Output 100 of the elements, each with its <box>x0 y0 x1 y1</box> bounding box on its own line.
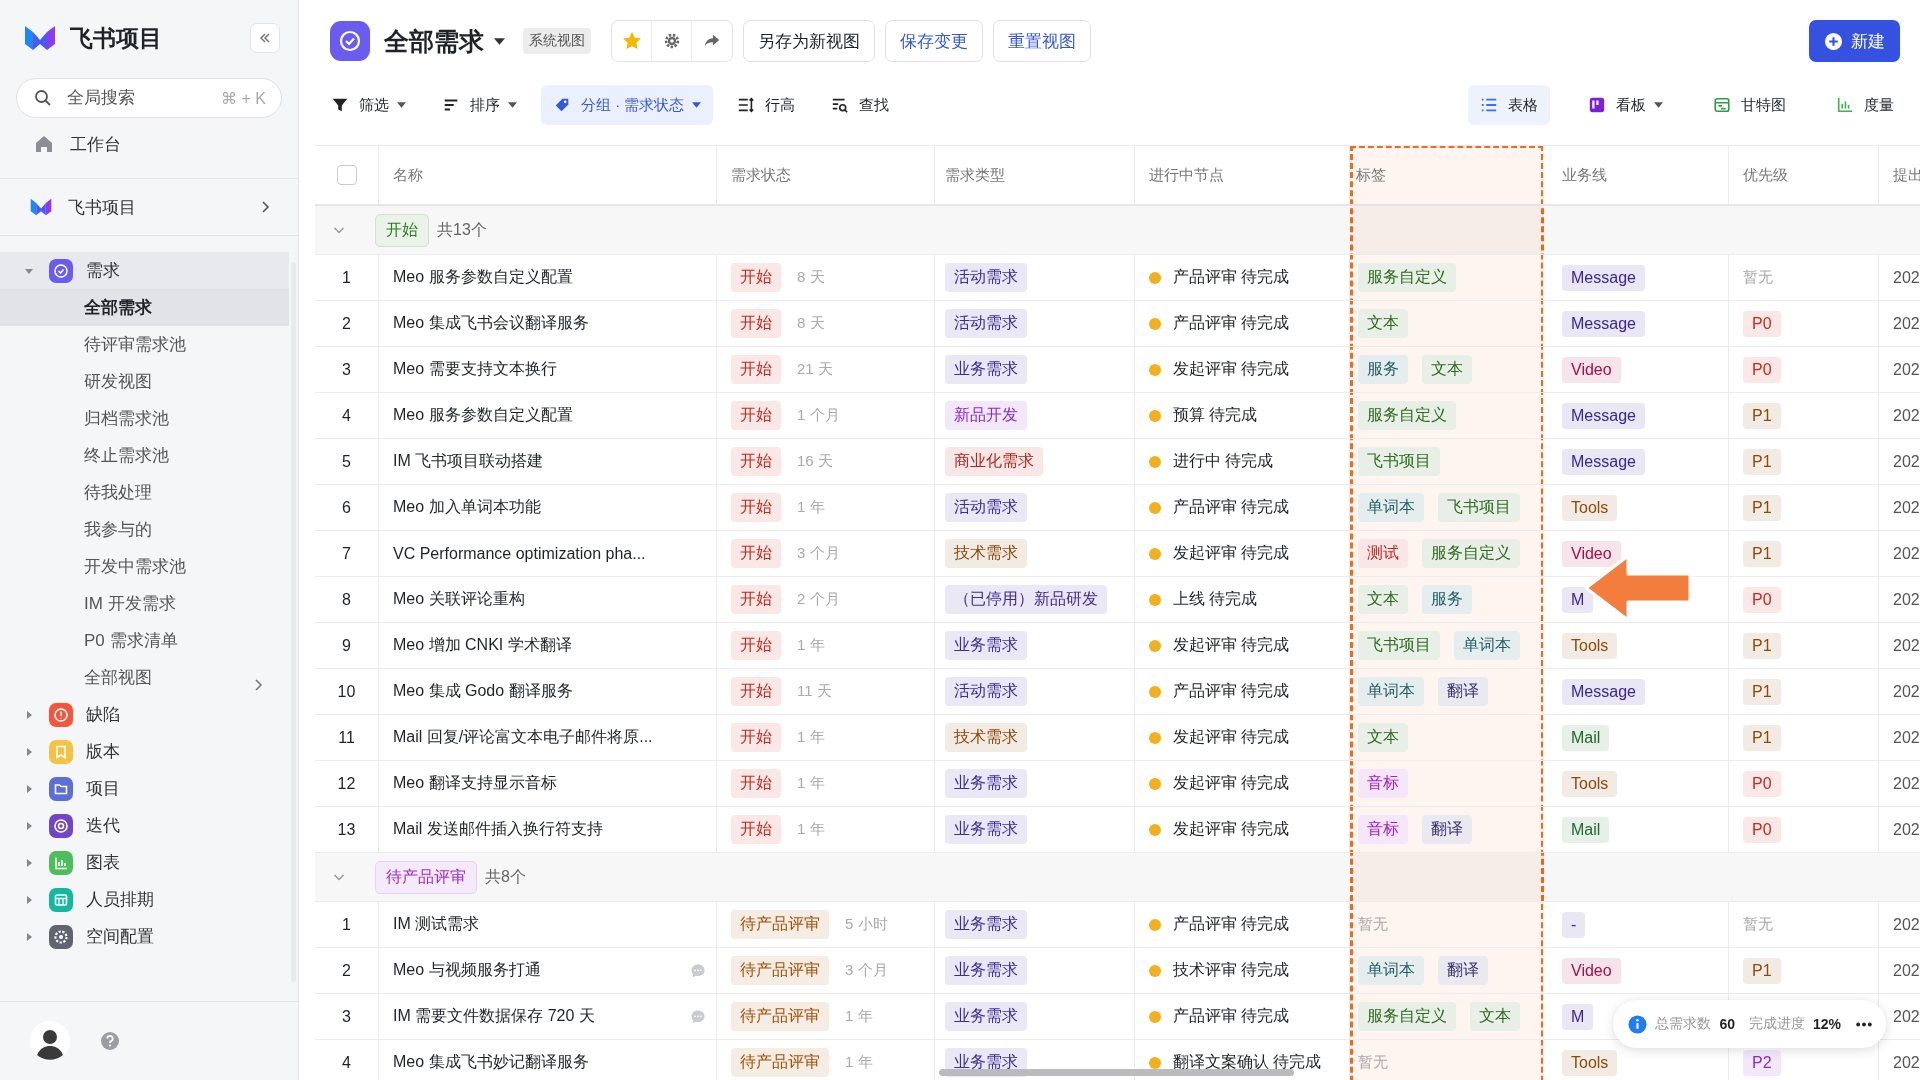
view-title[interactable]: 全部需求 <box>384 24 484 58</box>
comment-icon[interactable] <box>690 1008 706 1025</box>
date-text: 202 <box>1893 682 1920 701</box>
requirement-name[interactable]: Meo 与视频服务打通 <box>393 960 674 981</box>
nav-item[interactable]: 缺陷 <box>0 696 289 733</box>
requirement-name[interactable]: IM 飞书项目联动搭建 <box>393 451 706 472</box>
toolbar-button[interactable]: 排序 <box>430 85 529 125</box>
column-header[interactable]: 进行中节点 <box>1149 165 1224 185</box>
requirement-name[interactable]: Meo 集成飞书妙记翻译服务 <box>393 1052 706 1073</box>
column-header[interactable]: 需求类型 <box>945 165 1005 185</box>
more-icon[interactable] <box>1855 1021 1873 1027</box>
requirement-name[interactable]: Mail 回复/评论富文本电子邮件将原... <box>393 727 706 748</box>
group-count: 共13个 <box>437 219 487 240</box>
status-tag: 待产品评审 <box>731 956 829 985</box>
status-age: 21 天 <box>797 360 833 379</box>
comment-icon[interactable] <box>690 962 706 979</box>
find-icon <box>831 96 850 114</box>
label-tag: 服务自定义 <box>1358 263 1456 292</box>
nav-item[interactable]: 版本 <box>0 733 289 770</box>
node-text: 预算 待完成 <box>1173 405 1258 425</box>
help-icon[interactable] <box>100 1031 120 1051</box>
caret-icon[interactable] <box>494 37 505 45</box>
requirement-name[interactable]: VC Performance optimization pha... <box>393 544 706 563</box>
column-header[interactable]: 名称 <box>393 165 423 185</box>
column-header[interactable]: 优先级 <box>1743 165 1788 185</box>
requirement-name[interactable]: Mail 发送邮件插入换行符支持 <box>393 819 706 840</box>
view-tab[interactable]: 看板 <box>1576 85 1675 125</box>
requirement-name[interactable]: IM 测试需求 <box>393 914 706 935</box>
toolbar-button[interactable]: 分组 · 需求状态 <box>541 85 714 125</box>
requirement-name[interactable]: Meo 需要支持文本换行 <box>393 359 706 380</box>
view-action-button[interactable]: 重置视图 <box>993 20 1091 62</box>
type-tag: 业务需求 <box>945 355 1027 384</box>
new-button[interactable]: 新建 <box>1809 20 1900 62</box>
requirement-name[interactable]: Meo 翻译支持显示音标 <box>393 773 706 794</box>
toolbar-button[interactable]: 筛选 <box>319 85 418 125</box>
nav-item[interactable]: 空间配置 <box>0 918 289 955</box>
nav-subitem[interactable]: 待我处理 <box>0 474 289 511</box>
info-icon <box>1628 1014 1648 1034</box>
nav-subitem[interactable]: 我参与的 <box>0 511 289 548</box>
workbench-link[interactable]: 工作台 <box>0 124 298 164</box>
avatar[interactable] <box>30 1021 70 1061</box>
tag-icon <box>553 96 571 114</box>
business-line-tag: Mail <box>1562 724 1610 751</box>
nav-subitem[interactable]: 待评审需求池 <box>0 326 289 363</box>
nav-item[interactable]: 迭代 <box>0 807 289 844</box>
date-text: 202 <box>1893 961 1920 980</box>
node-text: 发起评审 待完成 <box>1173 635 1290 655</box>
business-line-tag: Tools <box>1562 494 1618 521</box>
nav-subitem[interactable]: 全部需求 <box>0 289 289 326</box>
toolbar-button[interactable]: 查找 <box>819 85 902 125</box>
space-switcher[interactable]: 飞书项目 <box>0 178 298 236</box>
nav-subitem[interactable]: 归档需求池 <box>0 400 289 437</box>
nav-subitem[interactable]: IM 开发需求 <box>0 585 289 622</box>
column-header[interactable]: 标签 <box>1356 165 1386 185</box>
status-dot <box>1149 964 1161 977</box>
priority-tag: P0 <box>1743 310 1781 337</box>
view-action-button[interactable]: 另存为新视图 <box>743 20 875 62</box>
priority-tag: P0 <box>1743 770 1781 797</box>
requirement-name[interactable]: Meo 关联评论重构 <box>393 589 706 610</box>
status-age: 1 年 <box>845 1007 873 1026</box>
nav-item[interactable]: 人员排期 <box>0 881 289 918</box>
row-number: 3 <box>342 1007 351 1026</box>
collapse-sidebar-button[interactable] <box>250 23 280 53</box>
empty-value: 暂无 <box>1358 915 1388 934</box>
nav-item[interactable]: 项目 <box>0 770 289 807</box>
requirement-name[interactable]: Meo 加入单词本功能 <box>393 497 706 518</box>
view-tab[interactable]: 度量 <box>1824 85 1906 125</box>
view-badge: 系统视图 <box>523 28 591 54</box>
view-action-button[interactable]: 保存变更 <box>885 20 983 62</box>
nav-subitem[interactable]: P0 需求清单 <box>0 622 289 659</box>
row-number: 3 <box>342 360 351 379</box>
column-header[interactable]: 业务线 <box>1562 165 1607 185</box>
requirement-name[interactable]: IM 需要文件数据保存 720 天 <box>393 1006 674 1027</box>
view-tab[interactable]: 表格 <box>1468 85 1550 125</box>
nav-item[interactable]: 图表 <box>0 844 289 881</box>
row-number: 4 <box>342 406 351 425</box>
nav-subitem[interactable]: 终止需求池 <box>0 437 289 474</box>
requirement-name[interactable]: Meo 增加 CNKI 学术翻译 <box>393 635 706 656</box>
requirement-name[interactable]: Meo 集成飞书会议翻译服务 <box>393 313 706 334</box>
type-tag: 业务需求 <box>945 769 1027 798</box>
list-icon <box>1480 96 1498 114</box>
node-text: 产品评审 待完成 <box>1173 914 1290 934</box>
column-header[interactable]: 需求状态 <box>731 165 791 185</box>
node-text: 产品评审 待完成 <box>1173 497 1290 517</box>
node-text: 产品评审 待完成 <box>1173 267 1290 287</box>
requirement-name[interactable]: Meo 服务参数自定义配置 <box>393 405 706 426</box>
status-tag: 开始 <box>731 355 781 384</box>
horizontal-scrollbar[interactable] <box>939 1069 1294 1076</box>
column-header[interactable]: 提出 <box>1893 165 1920 185</box>
select-all-checkbox[interactable] <box>336 165 357 185</box>
label-tag: 文本 <box>1358 309 1408 338</box>
requirement-name[interactable]: Meo 服务参数自定义配置 <box>393 267 706 288</box>
requirement-name[interactable]: Meo 集成 Godo 翻译服务 <box>393 681 706 702</box>
toolbar-button[interactable]: 行高 <box>725 85 808 125</box>
nav-subitem[interactable]: 研发视图 <box>0 363 289 400</box>
nav-subitem[interactable]: 全部视图 <box>0 659 289 696</box>
priority-tag: P2 <box>1743 1049 1781 1076</box>
nav-subitem[interactable]: 开发中需求池 <box>0 548 289 585</box>
nav-item[interactable]: 需求 <box>0 252 289 289</box>
view-tab[interactable]: 甘特图 <box>1701 85 1798 125</box>
